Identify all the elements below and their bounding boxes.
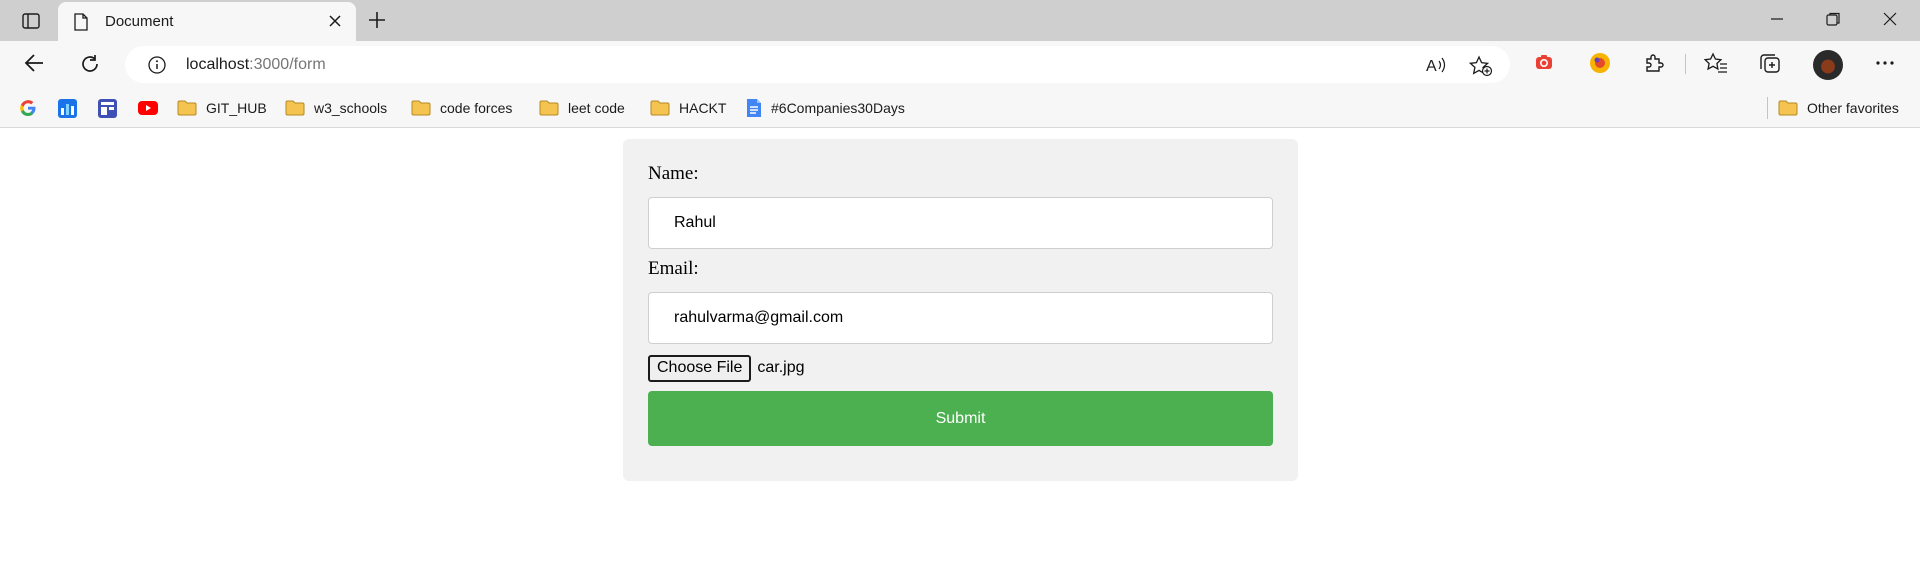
bookmark-hackt[interactable]: HACKT — [650, 97, 726, 119]
bookmark-google[interactable] — [19, 97, 46, 119]
tab-document[interactable]: Document — [58, 2, 356, 41]
selected-file-name: car.jpg — [757, 359, 805, 376]
toolbar-divider — [1685, 54, 1686, 74]
name-label: Name: — [648, 163, 699, 184]
submit-button[interactable]: Submit — [648, 391, 1273, 446]
folder-icon — [177, 100, 197, 116]
bookmark-leet-code[interactable]: leet code — [539, 97, 625, 119]
other-favorites-label: Other favorites — [1807, 100, 1899, 116]
collections-icon[interactable] — [1759, 52, 1781, 74]
bookmark-label: GIT_HUB — [206, 100, 267, 116]
docs-icon — [747, 99, 761, 117]
more-options-icon[interactable] — [1874, 52, 1896, 74]
name-input[interactable] — [648, 197, 1273, 249]
add-favorite-icon[interactable] — [1469, 55, 1493, 77]
tab-title: Document — [105, 13, 174, 30]
chart-app-icon — [58, 98, 77, 118]
screenshot-extension-icon[interactable] — [1534, 52, 1554, 72]
favorites-icon[interactable] — [1704, 52, 1728, 74]
bookmark-w3-schools[interactable]: w3_schools — [285, 97, 387, 119]
address-bar[interactable]: localhost:3000/form A — [125, 46, 1510, 83]
layout-app-icon — [98, 98, 117, 118]
tab-actions-button[interactable] — [14, 8, 48, 34]
tab-strip: Document — [0, 0, 1920, 41]
bookmark-git-hub[interactable]: GIT_HUB — [177, 97, 267, 119]
bookmark-label: code forces — [440, 100, 513, 116]
folder-icon — [411, 100, 431, 116]
close-window-icon[interactable] — [1881, 10, 1899, 28]
email-label: Email: — [648, 258, 699, 279]
folder-icon — [539, 100, 559, 116]
profile-avatar[interactable] — [1813, 50, 1843, 80]
folder-icon — [1778, 100, 1798, 116]
bookmark-code-forces[interactable]: code forces — [411, 97, 512, 119]
bookmark-6companies30days[interactable]: #6Companies30Days — [746, 97, 905, 119]
svg-text:A: A — [1426, 58, 1437, 75]
bookmark-label: leet code — [568, 100, 625, 116]
url-path: :3000/form — [249, 56, 326, 73]
bookmark-youtube[interactable] — [138, 97, 167, 119]
bookmarks-divider — [1767, 97, 1768, 119]
minimize-icon[interactable] — [1768, 10, 1786, 28]
back-icon[interactable] — [23, 52, 47, 74]
file-upload: Choose File car.jpg — [648, 354, 805, 382]
page-icon — [74, 13, 88, 31]
browser-toolbar: localhost:3000/form A — [0, 41, 1920, 87]
youtube-icon — [138, 101, 158, 115]
extensions-icon[interactable] — [1643, 52, 1665, 74]
folder-icon — [285, 100, 305, 116]
bookmark-other-favorites[interactable]: Other favorites — [1778, 97, 1899, 119]
close-tab-icon[interactable] — [326, 12, 344, 30]
refresh-icon[interactable] — [78, 52, 102, 76]
choose-file-button[interactable]: Choose File — [648, 354, 752, 382]
form-card: Name: Email: Choose File car.jpg Submit — [623, 139, 1298, 481]
restore-icon[interactable] — [1824, 10, 1842, 28]
email-input[interactable] — [648, 292, 1273, 344]
bookmark-chart-app[interactable] — [58, 97, 86, 119]
bookmark-label: w3_schools — [314, 100, 388, 116]
bookmark-label: #6Companies30Days — [771, 100, 905, 116]
color-extension-icon[interactable] — [1589, 52, 1611, 74]
read-aloud-icon[interactable]: A — [1425, 55, 1447, 75]
bookmarks-bar: GIT_HUB w3_schools code forces leet code… — [0, 87, 1920, 128]
tab-actions-icon — [22, 13, 40, 29]
new-tab-icon[interactable] — [366, 9, 388, 31]
bookmark-layout-app[interactable] — [98, 97, 126, 119]
bookmark-label: HACKT — [679, 100, 727, 116]
folder-icon — [650, 100, 670, 116]
url-host: localhost — [186, 56, 250, 73]
url-text[interactable]: localhost:3000/form — [186, 56, 326, 74]
site-info-icon[interactable] — [147, 55, 167, 75]
google-icon — [20, 100, 36, 116]
